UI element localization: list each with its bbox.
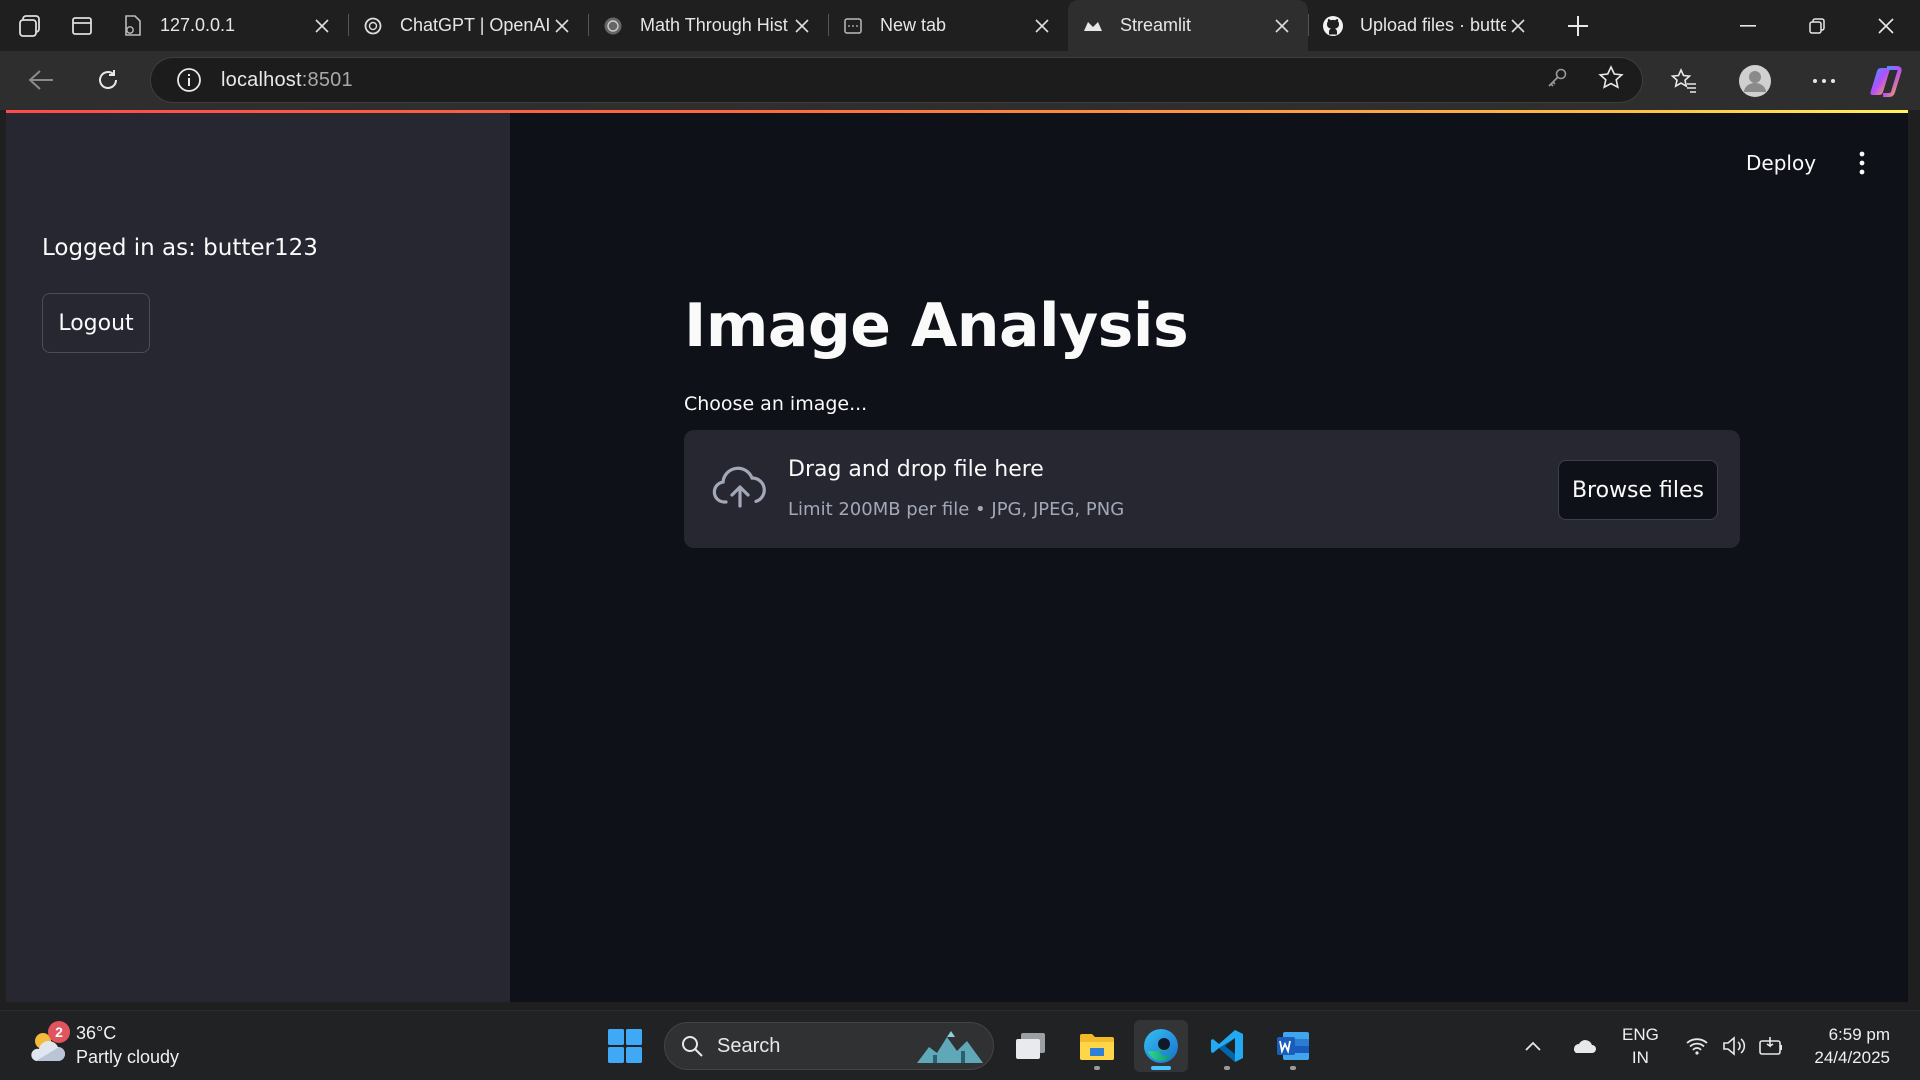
tab-title: Math Through Hist	[640, 15, 788, 35]
close-icon[interactable]	[310, 14, 334, 38]
cloud-upload-icon	[712, 466, 768, 510]
tab-upload-files[interactable]: Upload files · butte	[1308, 0, 1544, 51]
close-icon[interactable]	[550, 14, 574, 38]
logged-in-text: Logged in as: butter123	[42, 235, 318, 261]
tab-chatgpt[interactable]: ChatGPT | OpenAI	[348, 0, 588, 51]
tab-list: 127.0.0.1 ChatGPT | OpenAI Math Through	[108, 0, 1544, 51]
running-indicator	[1224, 1066, 1230, 1070]
lang-region: IN	[1631, 1048, 1649, 1067]
battery-icon[interactable]	[1758, 1011, 1784, 1080]
edge-browser-icon[interactable]	[1134, 1020, 1188, 1072]
streamlit-icon	[1082, 15, 1104, 37]
profile-avatar[interactable]	[1738, 51, 1772, 110]
newtab-icon	[842, 15, 864, 37]
weather-widget[interactable]: 2 36°C Partly cloudy	[26, 1021, 179, 1069]
task-view-icon[interactable]	[1004, 1020, 1058, 1072]
active-indicator	[1151, 1066, 1171, 1070]
tab-title: Streamlit	[1120, 15, 1192, 35]
weather-badge: 2	[48, 1021, 70, 1043]
clock-date: 24/4/2025	[1814, 1048, 1890, 1067]
refresh-icon[interactable]	[87, 59, 129, 101]
search-highlight-icon	[913, 1027, 987, 1067]
input-language[interactable]: ENG IN	[1622, 1023, 1659, 1069]
url-text[interactable]: localhost:8501	[221, 69, 353, 92]
minimize-icon[interactable]	[1713, 0, 1782, 51]
file-dropzone[interactable]: Drag and drop file here Limit 200MB per …	[684, 430, 1740, 548]
restore-icon[interactable]	[1782, 0, 1851, 51]
screen: 127.0.0.1 ChatGPT | OpenAI Math Through	[0, 0, 1920, 1080]
taskbar-search[interactable]: Search	[664, 1022, 994, 1070]
tab-title: New tab	[880, 15, 947, 35]
taskbar: 2 36°C Partly cloudy Search ENG IN 6:59 …	[0, 1010, 1920, 1080]
tab-title: 127.0.0.1	[160, 15, 236, 35]
dropzone-title: Drag and drop file here	[788, 457, 1044, 482]
url-port: :8501	[301, 68, 353, 91]
tab-actions-icon[interactable]	[60, 4, 104, 48]
workspaces-icon[interactable]	[8, 4, 52, 48]
back-arrow-icon[interactable]	[20, 59, 62, 101]
url-host: localhost	[221, 68, 302, 91]
site-info-icon[interactable]	[175, 66, 203, 94]
close-icon[interactable]	[1030, 14, 1054, 38]
openai-icon	[362, 15, 384, 37]
lang-code: ENG	[1622, 1025, 1659, 1044]
copilot-icon[interactable]	[1868, 51, 1902, 110]
start-button[interactable]	[598, 1020, 652, 1072]
openai-icon	[602, 15, 624, 37]
weather-text: 36°C Partly cloudy	[76, 1021, 179, 1069]
search-icon	[681, 1035, 703, 1057]
file-icon	[122, 14, 144, 37]
address-bar-actions	[1546, 58, 1624, 102]
new-tab-button[interactable]	[1556, 4, 1600, 48]
close-icon[interactable]	[790, 14, 814, 38]
tab-new-tab[interactable]: New tab	[828, 0, 1068, 51]
sidebar: Logged in as: butter123 Logout	[6, 113, 510, 1002]
github-icon	[1322, 15, 1344, 37]
word-icon[interactable]	[1266, 1020, 1320, 1072]
address-bar[interactable]: localhost:8501	[150, 57, 1643, 103]
browse-files-button[interactable]: Browse files	[1558, 460, 1718, 520]
logout-button[interactable]: Logout	[42, 293, 150, 353]
favorite-star-icon[interactable]	[1598, 64, 1624, 96]
page-title: Image Analysis	[684, 291, 1189, 361]
show-hidden-icons-icon[interactable]	[1524, 1011, 1542, 1080]
tab-title: Upload files · butte	[1360, 15, 1506, 35]
file-explorer-icon[interactable]	[1070, 1020, 1124, 1072]
weather-desc: Partly cloudy	[76, 1047, 180, 1067]
weather-temp: 36°C	[76, 1023, 117, 1043]
favorites-icon[interactable]	[1670, 51, 1698, 110]
streamlit-app: Logged in as: butter123 Logout Deploy Im…	[6, 113, 1908, 1002]
tab-title: ChatGPT | OpenAI	[400, 15, 550, 35]
window-controls	[1713, 0, 1920, 51]
running-indicator	[1290, 1066, 1296, 1070]
dropzone-limits: Limit 200MB per file • JPG, JPEG, PNG	[788, 499, 1125, 520]
key-icon[interactable]	[1546, 67, 1568, 94]
close-icon[interactable]	[1506, 14, 1530, 38]
tab-streamlit[interactable]: Streamlit	[1068, 0, 1308, 51]
volume-icon[interactable]	[1722, 1011, 1748, 1080]
search-label: Search	[717, 1034, 781, 1057]
tab-math-through-history[interactable]: Math Through Hist	[588, 0, 828, 51]
browser-toolbar: localhost:8501	[0, 51, 1920, 110]
browser-tab-strip: 127.0.0.1 ChatGPT | OpenAI Math Through	[0, 0, 1920, 51]
vscode-icon[interactable]	[1200, 1020, 1254, 1072]
deploy-button[interactable]: Deploy	[1746, 151, 1816, 175]
close-icon[interactable]	[1270, 14, 1294, 38]
close-window-icon[interactable]	[1851, 0, 1920, 51]
more-options-icon[interactable]	[1812, 51, 1836, 110]
tab-127-0-0-1[interactable]: 127.0.0.1	[108, 0, 348, 51]
clock-time: 6:59 pm	[1828, 1025, 1890, 1044]
partly-cloudy-icon: 2	[26, 1021, 70, 1067]
main-menu-icon[interactable]	[1846, 147, 1878, 179]
onedrive-icon[interactable]	[1570, 1011, 1596, 1080]
wifi-icon[interactable]	[1685, 1011, 1709, 1080]
running-indicator	[1094, 1066, 1100, 1070]
uploader-label: Choose an image...	[684, 393, 868, 415]
clock[interactable]: 6:59 pm 24/4/2025	[1814, 1023, 1890, 1069]
